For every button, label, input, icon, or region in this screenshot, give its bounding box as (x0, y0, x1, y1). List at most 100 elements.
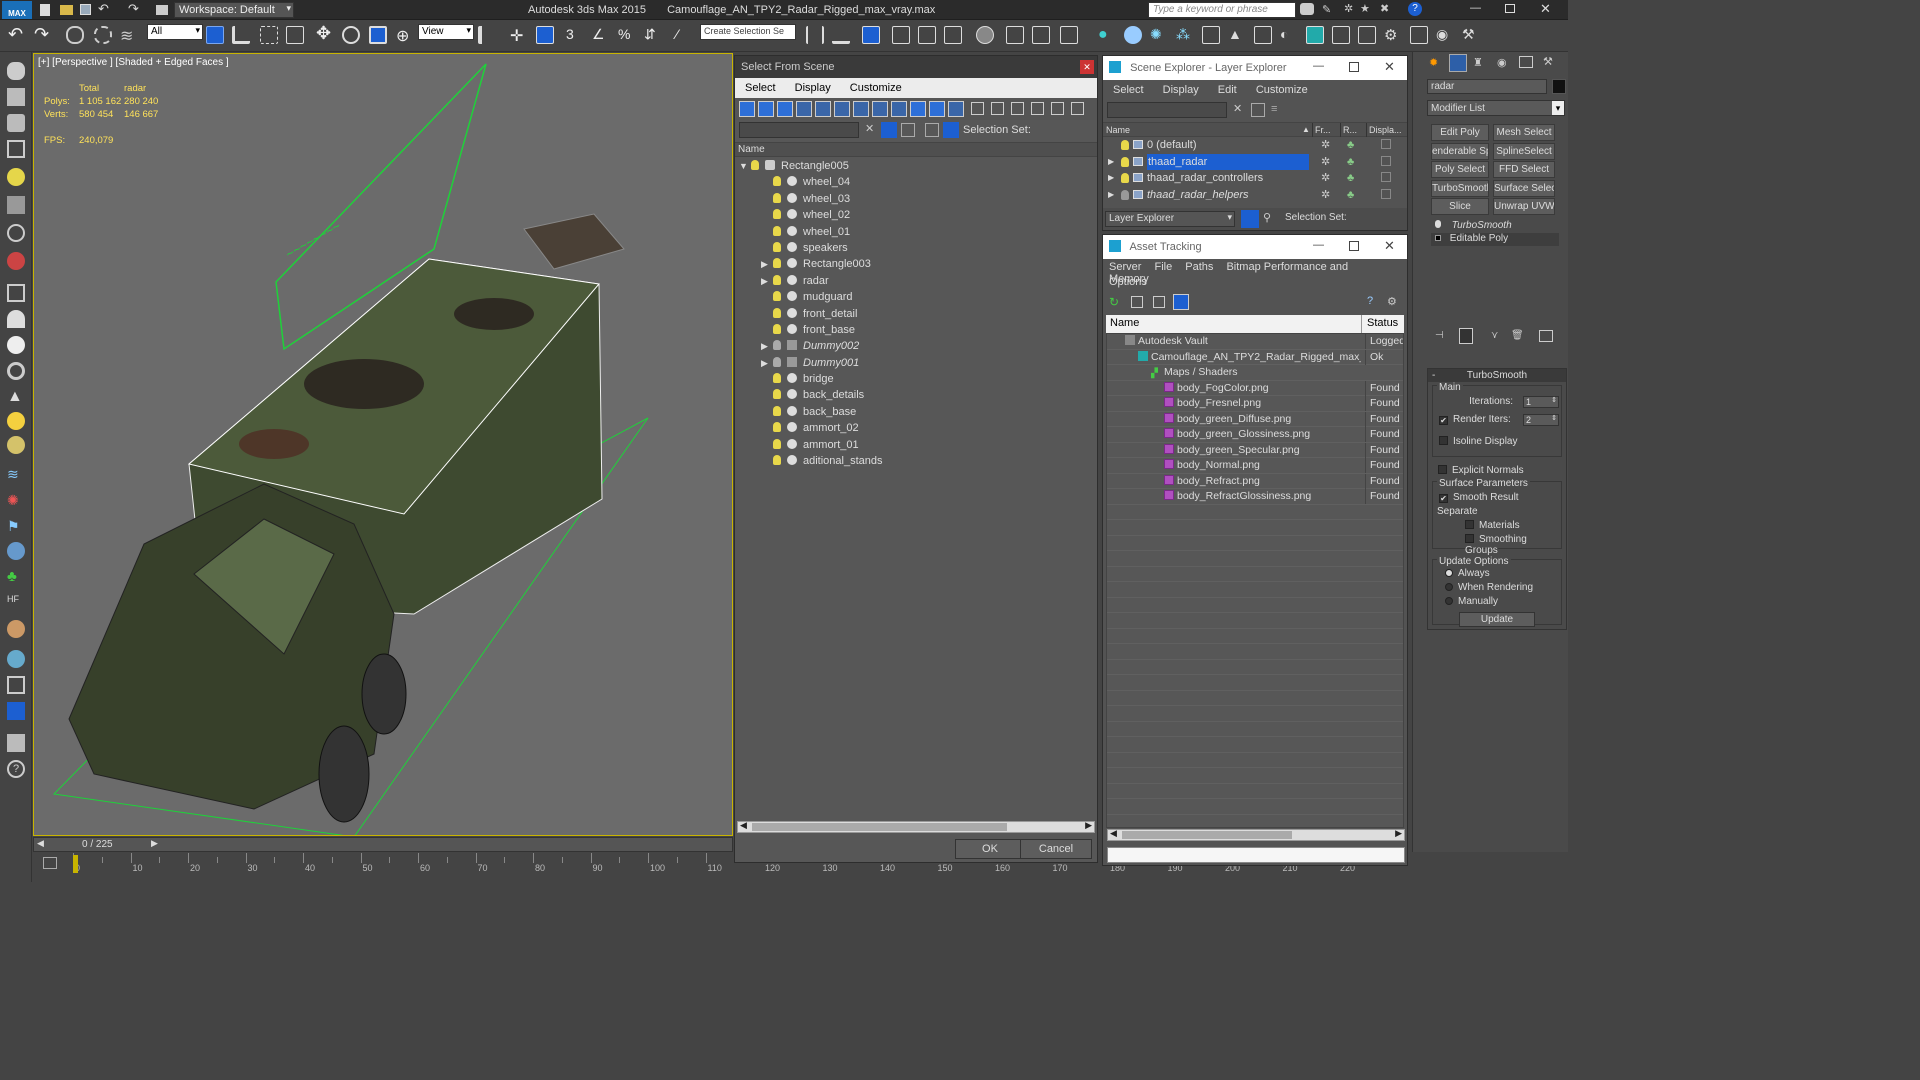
explorer-type-dropdown[interactable]: Layer Explorer ▾ (1105, 211, 1235, 227)
close-icon[interactable]: ✕ (1080, 60, 1094, 74)
cone-icon[interactable]: ▲ (1228, 26, 1246, 44)
asset-path-field[interactable] (1107, 847, 1405, 863)
asset-column-header[interactable]: Name Status (1106, 315, 1404, 333)
new-file-icon[interactable] (40, 4, 50, 16)
freeze-icon[interactable]: ✲ (1321, 187, 1330, 203)
minimize-icon[interactable]: — (1313, 60, 1324, 72)
expand-arrow-icon[interactable]: ▶ (761, 256, 768, 272)
teapot-icon[interactable] (7, 62, 25, 80)
object-color-swatch[interactable] (1552, 79, 1566, 94)
scene-object-row[interactable]: back_details (735, 387, 1097, 403)
edit-named-selection-icon[interactable]: ⁄ (676, 26, 694, 44)
layer-manager-icon[interactable] (862, 26, 880, 44)
cloth-icon[interactable]: ⚑ (7, 518, 25, 536)
modifier-set-button[interactable]: FFD Select (1493, 161, 1555, 178)
text-icon[interactable] (1202, 26, 1220, 44)
smooth-result-checkbox[interactable]: ✔ Smooth Result (1439, 492, 1519, 503)
asset-row[interactable]: body_Fresnel.png Found (1107, 396, 1403, 412)
scene-object-row[interactable]: ▼ Rectangle005 (735, 158, 1097, 174)
redo-icon[interactable]: ↷ (34, 24, 49, 45)
freeze-icon[interactable]: ✲ (1321, 154, 1330, 170)
camera-icon[interactable] (7, 196, 25, 214)
light-icon[interactable] (7, 168, 25, 186)
stack-item-turbosmooth[interactable]: TurboSmooth (1431, 220, 1559, 233)
help-icon[interactable]: ? (1367, 295, 1373, 307)
renderable-icon[interactable]: ♣ (1347, 170, 1354, 186)
asset-row[interactable]: body_green_Glossiness.png Found (1107, 427, 1403, 443)
scale-icon[interactable] (369, 26, 387, 44)
scene-object-row[interactable]: aditional_stands (735, 453, 1097, 469)
make-unique-icon[interactable]: ⋎ (1491, 330, 1498, 341)
scroll-thumb[interactable] (1122, 831, 1292, 839)
sun-icon[interactable] (7, 412, 25, 430)
update-button[interactable]: Update (1459, 612, 1535, 627)
type-filter-icon[interactable] (853, 101, 869, 117)
particle-icon[interactable]: ✺ (7, 492, 25, 510)
asset-row[interactable]: body_RefractGlossiness.png Found (1107, 489, 1403, 505)
maximize-icon[interactable] (1349, 62, 1359, 72)
freeze-icon[interactable]: ✲ (1321, 137, 1330, 153)
horizontal-scrollbar[interactable]: ◀ ▶ (737, 820, 1095, 833)
close-icon[interactable]: ✕ (1384, 238, 1395, 254)
help-icon[interactable]: ? (1408, 2, 1422, 16)
display-icon[interactable] (1381, 172, 1391, 182)
cone-icon[interactable]: ▲ (7, 388, 25, 406)
scroll-left-icon[interactable]: ◀ (740, 820, 747, 831)
menu-customize[interactable]: Customize (1256, 84, 1308, 96)
visibility-icon[interactable] (773, 356, 781, 367)
maximize-icon[interactable] (1349, 241, 1359, 251)
refresh-icon[interactable]: ↻ (1109, 295, 1119, 309)
blue-sphere-icon[interactable] (7, 650, 25, 668)
type-filter-icon[interactable] (815, 101, 831, 117)
add-layer-icon[interactable] (1251, 103, 1265, 117)
asset-row[interactable]: body_Refract.png Found (1107, 473, 1403, 489)
align-icon[interactable] (832, 26, 850, 44)
scene-object-row[interactable]: bridge (735, 371, 1097, 387)
gear-icon[interactable]: ⚙ (1384, 26, 1402, 44)
render-icon[interactable] (7, 676, 25, 694)
helper-icon[interactable] (7, 224, 25, 242)
visibility-icon[interactable] (773, 192, 781, 203)
stack-item-editable-poly[interactable]: Editable Poly (1431, 233, 1559, 246)
filter-icon[interactable] (1031, 102, 1044, 115)
collapse-icon[interactable] (1071, 102, 1084, 115)
selection-filter-dropdown[interactable]: All ▾ (147, 24, 203, 40)
column-freeze[interactable]: Fr... (1312, 123, 1340, 137)
scene-object-row[interactable]: front_detail (735, 306, 1097, 322)
search-input[interactable]: Type a keyword or phrase (1148, 2, 1296, 18)
scene-object-row[interactable]: wheel_01 (735, 224, 1097, 240)
display-all-icon[interactable] (971, 102, 984, 115)
minimize-icon[interactable]: — (1470, 2, 1481, 14)
menu-display[interactable]: Display (1163, 84, 1199, 96)
scene-object-row[interactable]: wheel_03 (735, 191, 1097, 207)
visibility-icon[interactable] (751, 160, 759, 170)
percent-snap-icon[interactable]: % (618, 26, 636, 44)
ok-button[interactable]: OK (955, 839, 1025, 859)
render-setup-icon[interactable] (1006, 26, 1024, 44)
scroll-thumb[interactable] (752, 823, 1007, 831)
angle-snap-icon[interactable]: ∠ (592, 26, 610, 44)
prev-frame-icon[interactable]: ◀ (37, 838, 44, 849)
scene-object-row[interactable]: ▶ radar (735, 273, 1097, 289)
iterations-spinner[interactable]: 1 ⇕ (1523, 396, 1559, 408)
visibility-icon[interactable] (773, 209, 781, 220)
freeze-icon[interactable]: ✲ (1321, 170, 1330, 186)
visibility-icon[interactable] (773, 176, 781, 187)
app-logo[interactable]: MAX (2, 1, 32, 19)
modifier-set-button[interactable]: enderable Splir (1431, 142, 1489, 160)
expand-arrow-icon[interactable]: ▶ (1108, 154, 1114, 170)
column-render[interactable]: R... (1340, 123, 1366, 137)
pin-stack-icon[interactable]: ⊣ (1435, 330, 1444, 341)
visibility-icon[interactable] (1121, 140, 1129, 150)
menu-file[interactable]: File (1154, 261, 1172, 273)
type-filter-icon[interactable] (948, 101, 964, 117)
particle-icon[interactable]: ✺ (1150, 26, 1168, 44)
visibility-icon[interactable] (773, 258, 781, 269)
scene-object-row[interactable]: ▶ Rectangle003 (735, 256, 1097, 272)
scroll-right-icon[interactable]: ▶ (1395, 828, 1402, 839)
modifier-set-button[interactable]: Slice (1431, 198, 1489, 215)
spinner-arrows-icon[interactable]: ⇕ (1551, 414, 1557, 422)
scene-object-row[interactable]: ammort_02 (735, 420, 1097, 436)
schematic-view-icon[interactable] (944, 26, 962, 44)
asset-row[interactable]: body_FogColor.png Found (1107, 380, 1403, 396)
